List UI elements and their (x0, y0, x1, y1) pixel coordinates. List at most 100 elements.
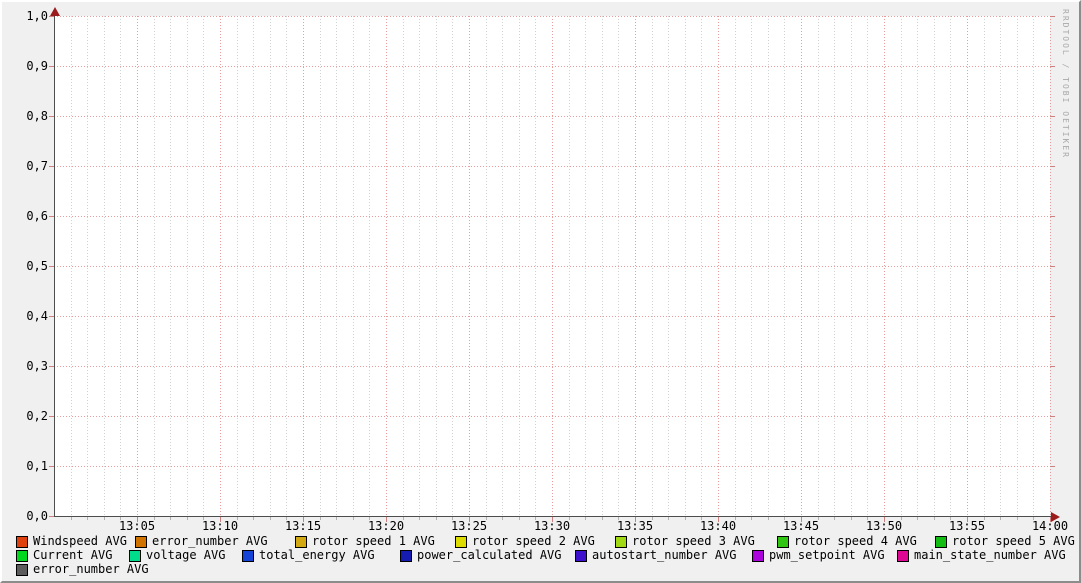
x-tick-minor (685, 517, 686, 520)
x-tick-minor (104, 517, 105, 520)
x-tick-minor (353, 517, 354, 520)
y-tick-label: 0,5 (2, 259, 48, 273)
x-tick-minor (270, 517, 271, 520)
legend-swatch (16, 536, 28, 548)
y-tick-right (1050, 216, 1055, 217)
y-axis-line (54, 10, 55, 517)
x-tick-label: 13:40 (696, 519, 740, 533)
grid-line-horizontal-major (54, 16, 1050, 17)
y-tick-right (1050, 116, 1055, 117)
x-tick-minor (170, 517, 171, 520)
x-tick-minor (602, 517, 603, 520)
legend-label: error_number AVG (152, 535, 268, 548)
x-tick-minor (585, 517, 586, 520)
legend-label: rotor speed 1 AVG (312, 535, 435, 548)
y-tick-right (1050, 166, 1055, 167)
grid-line-horizontal-major (54, 316, 1050, 317)
x-tick-minor (768, 517, 769, 520)
legend-label: Windspeed AVG (33, 535, 127, 548)
y-tick-right (1050, 66, 1055, 67)
legend-swatch (400, 550, 412, 562)
x-tick-label: 13:25 (447, 519, 491, 533)
y-tick-label: 0,6 (2, 209, 48, 223)
legend-swatch (777, 536, 789, 548)
legend-label: rotor speed 3 AVG (632, 535, 755, 548)
grid-line-horizontal-major (54, 66, 1050, 67)
legend-label: main_state_number AVG (914, 549, 1066, 562)
x-tick-minor (253, 517, 254, 520)
y-tick-label: 0,9 (2, 59, 48, 73)
y-tick-label: 0,3 (2, 359, 48, 373)
y-tick-right (1050, 266, 1055, 267)
x-tick-minor (851, 517, 852, 520)
x-tick-label: 13:45 (779, 519, 823, 533)
x-tick-minor (834, 517, 835, 520)
x-tick-minor (1017, 517, 1018, 520)
x-tick-minor (336, 517, 337, 520)
grid-line-horizontal-major (54, 416, 1050, 417)
legend-swatch (129, 550, 141, 562)
legend-label: rotor speed 4 AVG (794, 535, 917, 548)
grid-line-horizontal-major (54, 216, 1050, 217)
y-tick-right (1050, 416, 1055, 417)
x-tick-minor (436, 517, 437, 520)
x-tick-minor (751, 517, 752, 520)
y-tick-right (1050, 316, 1055, 317)
x-tick-label: 13:35 (613, 519, 657, 533)
legend-label: total_energy AVG (259, 549, 375, 562)
legend-label: autostart_number AVG (592, 549, 737, 562)
legend-swatch (615, 536, 627, 548)
legend-swatch (455, 536, 467, 548)
legend-swatch (897, 550, 909, 562)
legend-swatch (575, 550, 587, 562)
legend-label: voltage AVG (146, 549, 225, 562)
legend-swatch (16, 564, 28, 576)
y-tick-label: 0,4 (2, 309, 48, 323)
y-tick-label: 0,2 (2, 409, 48, 423)
legend-swatch (752, 550, 764, 562)
x-tick-minor (668, 517, 669, 520)
y-tick-label: 0,8 (2, 109, 48, 123)
x-tick-label: 13:50 (862, 519, 906, 533)
x-tick-minor (71, 517, 72, 520)
x-tick-minor (419, 517, 420, 520)
watermark: RRDTOOL / TOBI OETIKER (1061, 9, 1070, 159)
x-tick-minor (187, 517, 188, 520)
x-tick-label: 13:05 (115, 519, 159, 533)
legend-swatch (16, 550, 28, 562)
x-tick-minor (502, 517, 503, 520)
y-tick-right (1050, 366, 1055, 367)
x-tick-minor (934, 517, 935, 520)
y-tick-label: 0,7 (2, 159, 48, 173)
y-axis-arrow-icon (50, 7, 60, 16)
grid-line-horizontal-major (54, 366, 1050, 367)
x-axis-line (54, 516, 1056, 517)
x-tick-minor (917, 517, 918, 520)
legend-swatch (135, 536, 147, 548)
y-tick-label: 1,0 (2, 9, 48, 23)
x-tick-label: 13:15 (281, 519, 325, 533)
x-tick-minor (519, 517, 520, 520)
legend-label: rotor speed 5 AVG (952, 535, 1075, 548)
x-tick-minor (87, 517, 88, 520)
grid-line-horizontal-major (54, 266, 1050, 267)
legend-label: power_calculated AVG (417, 549, 562, 562)
legend-label: error_number AVG (33, 563, 149, 576)
grid-line-horizontal-major (54, 116, 1050, 117)
x-tick-minor (1000, 517, 1001, 520)
legend-swatch (242, 550, 254, 562)
x-tick-label: 13:55 (945, 519, 989, 533)
rrdtool-graph: 13:0513:1013:1513:2013:2513:3013:3513:40… (0, 0, 1081, 583)
y-tick-label: 0,1 (2, 459, 48, 473)
x-tick-label: 14:00 (1028, 519, 1072, 533)
legend-swatch (295, 536, 307, 548)
grid-line-horizontal-major (54, 466, 1050, 467)
legend-label: rotor speed 2 AVG (472, 535, 595, 548)
y-tick-label: 0,0 (2, 509, 48, 523)
y-tick-right (1050, 466, 1055, 467)
legend-label: Current AVG (33, 549, 112, 562)
legend-swatch (935, 536, 947, 548)
x-tick-label: 13:10 (198, 519, 242, 533)
x-tick-label: 13:30 (530, 519, 574, 533)
legend-label: pwm_setpoint AVG (769, 549, 885, 562)
